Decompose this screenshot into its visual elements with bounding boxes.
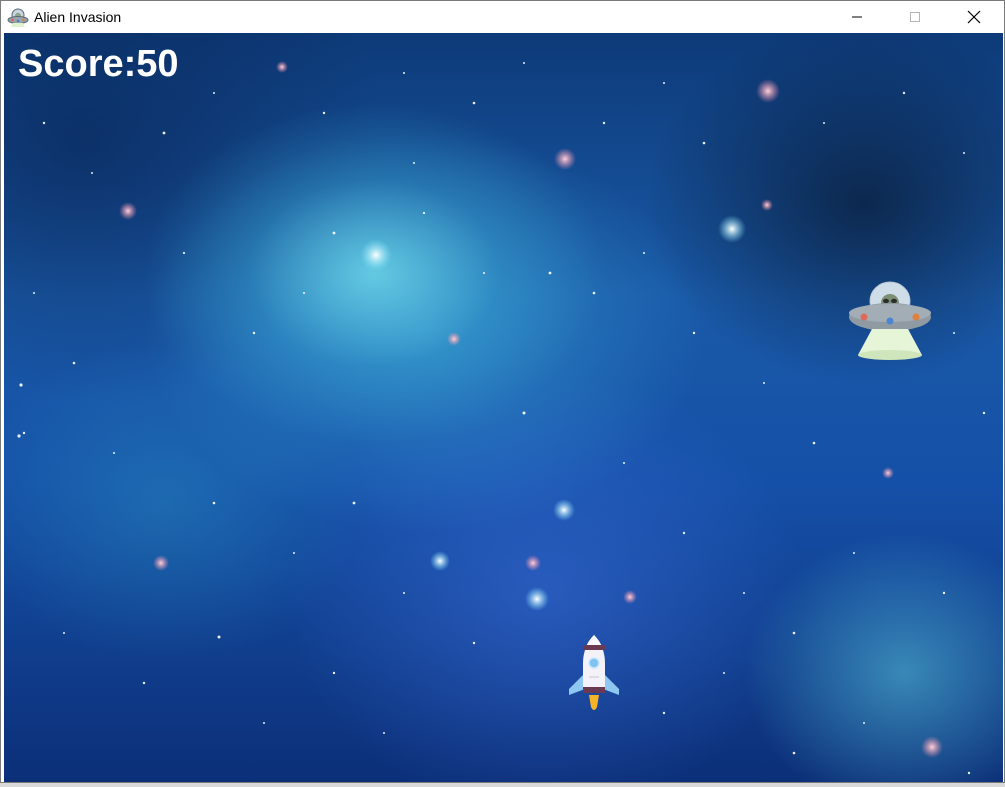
game-canvas[interactable]: Score:50 — [4, 33, 1003, 782]
close-button[interactable] — [945, 1, 1003, 33]
alien-ufo-icon — [7, 8, 29, 27]
alien-ufo-sprite — [849, 281, 931, 360]
minimize-button[interactable] — [828, 1, 886, 33]
title-bar[interactable]: Alien Invasion — [1, 1, 1004, 33]
player-rocket-sprite — [569, 635, 619, 710]
maximize-button[interactable] — [886, 1, 944, 33]
space-background — [17, 61, 986, 775]
game-window: Alien Invasion Score:50 — [0, 0, 1005, 783]
window-title: Alien Invasion — [34, 9, 122, 25]
close-icon — [967, 10, 981, 24]
taskbar-edge — [0, 783, 1005, 787]
score-label: Score:50 — [18, 43, 179, 85]
maximize-icon — [910, 12, 920, 22]
minimize-icon — [852, 16, 862, 18]
